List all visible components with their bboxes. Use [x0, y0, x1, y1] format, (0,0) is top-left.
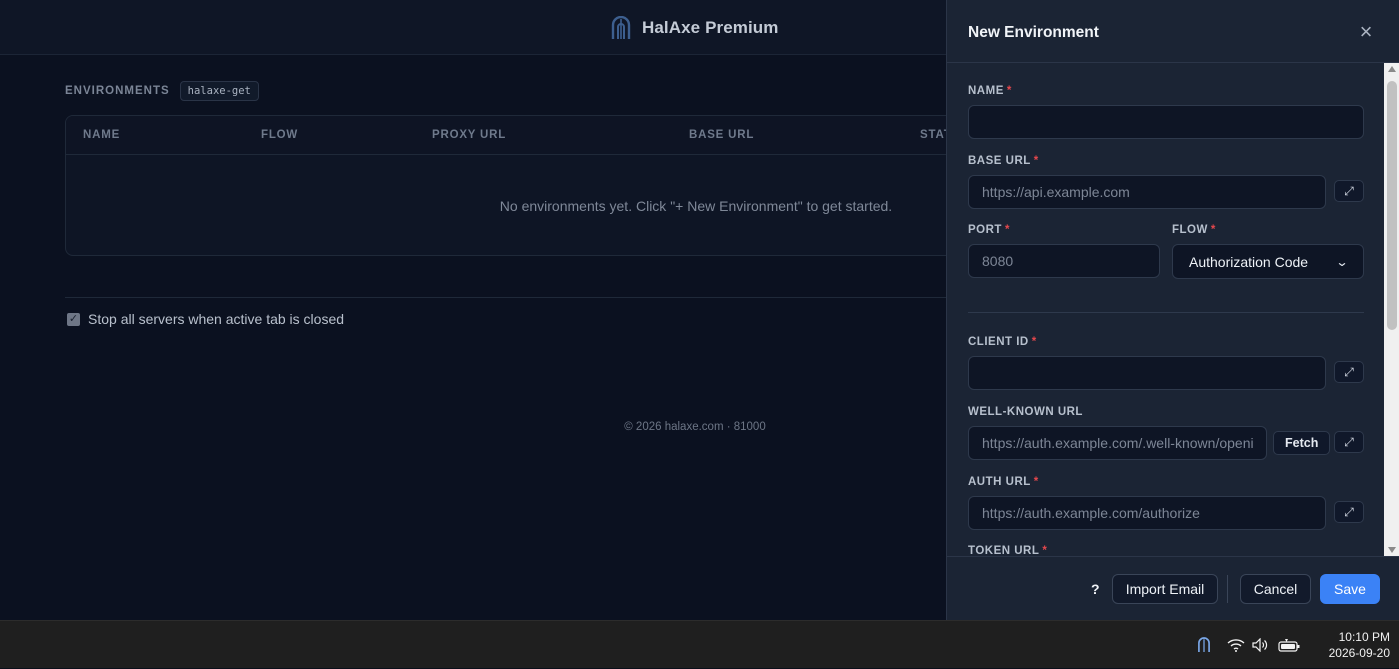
clock-date: 2026-09-20 — [1328, 646, 1390, 660]
brand: HalAxe Premium — [610, 15, 779, 41]
name-label: NAME * — [968, 85, 1012, 97]
app-title: HalAxe Premium — [642, 18, 779, 37]
halaxe-tray-icon[interactable] — [1197, 621, 1211, 669]
stop-servers-label: Stop all servers when active tab is clos… — [88, 311, 345, 327]
section-divider — [65, 297, 946, 298]
scroll-up-arrow-icon[interactable] — [1388, 66, 1396, 72]
battery-icon[interactable] — [1278, 621, 1300, 669]
column-header-base-url[interactable]: BASE URL — [689, 129, 754, 141]
base-url-input[interactable] — [968, 175, 1326, 209]
name-input[interactable] — [968, 105, 1364, 139]
environments-tag: halaxe-get — [179, 81, 259, 101]
port-label: PORT * — [968, 224, 1010, 236]
flow-selected-value: Authorization Code — [1189, 253, 1309, 270]
port-input[interactable] — [968, 244, 1160, 278]
form-divider — [968, 312, 1364, 313]
client-id-label: CLIENT ID * — [968, 336, 1037, 348]
clock-time: 10:10 PM — [1338, 630, 1390, 644]
new-environment-panel: New Environment × NAME* BASE URL* ⤢ PORT… — [946, 0, 1399, 620]
expand-icon[interactable]: ⤢ — [1334, 180, 1364, 202]
top-bar: HalAxe Premium — [0, 0, 946, 55]
panel-footer: ? Import Email Cancel Save — [947, 556, 1399, 620]
save-button[interactable]: Save — [1320, 574, 1380, 604]
wifi-icon[interactable] — [1227, 621, 1245, 669]
base-url-label: BASE URL * — [968, 155, 1039, 167]
flow-select[interactable]: Authorization Code ⌄ — [1172, 244, 1364, 279]
halaxe-logo-icon — [610, 16, 632, 40]
panel-title: New Environment — [968, 24, 1099, 41]
empty-state-message: No environments yet. Click "+ New Enviro… — [499, 198, 893, 214]
fetch-button[interactable]: Fetch — [1273, 431, 1331, 455]
token-url-label: TOKEN URL * — [968, 545, 1048, 556]
column-header-flow[interactable]: FLOW — [261, 129, 298, 141]
footer-divider — [1227, 575, 1228, 603]
environments-header: ENVIRONMENTS halaxe-get — [65, 81, 259, 101]
panel-scrollbar[interactable] — [1384, 63, 1399, 556]
column-header-proxy-url[interactable]: PROXY URL — [432, 129, 506, 141]
expand-icon[interactable]: ⤢ — [1334, 361, 1364, 383]
scrollbar-thumb[interactable] — [1387, 81, 1397, 330]
chevron-down-icon: ⌄ — [1335, 254, 1349, 269]
stop-servers-checkbox[interactable]: ✓ — [67, 312, 80, 326]
panel-header: New Environment × — [947, 0, 1399, 63]
expand-icon[interactable]: ⤢ — [1334, 501, 1364, 523]
environments-table: NAME FLOW PROXY URL BASE URL STAT No env… — [65, 115, 965, 256]
taskbar: 10:10 PM 2026-09-20 — [0, 620, 1399, 668]
system-clock[interactable]: 10:10 PM 2026-09-20 — [1310, 629, 1390, 661]
flow-label: FLOW * — [1172, 224, 1216, 236]
column-header-name[interactable]: NAME — [83, 129, 120, 141]
import-email-button[interactable]: Import Email — [1112, 574, 1218, 604]
expand-icon[interactable]: ⤢ — [1334, 431, 1364, 453]
stop-servers-option[interactable]: ✓ Stop all servers when active tab is cl… — [67, 311, 344, 327]
table-header: NAME FLOW PROXY URL BASE URL STAT — [66, 116, 964, 155]
well-known-url-input[interactable] — [968, 426, 1267, 460]
app-window: HalAxe Premium ENVIRONMENTS halaxe-get N… — [0, 0, 1399, 620]
volume-icon[interactable] — [1252, 621, 1268, 669]
auth-url-label: AUTH URL * — [968, 476, 1039, 488]
well-known-url-label: WELL-KNOWN URL — [968, 406, 1083, 418]
cancel-button[interactable]: Cancel — [1240, 574, 1311, 604]
client-id-input[interactable] — [968, 356, 1326, 390]
panel-form: NAME* BASE URL* ⤢ PORT* FLOW* Authorizat… — [947, 63, 1384, 556]
close-icon[interactable]: × — [1355, 21, 1377, 44]
help-button[interactable]: ? — [1091, 581, 1100, 597]
scroll-down-arrow-icon[interactable] — [1388, 547, 1396, 553]
environments-label: ENVIRONMENTS — [65, 85, 170, 97]
auth-url-input[interactable] — [968, 496, 1326, 530]
